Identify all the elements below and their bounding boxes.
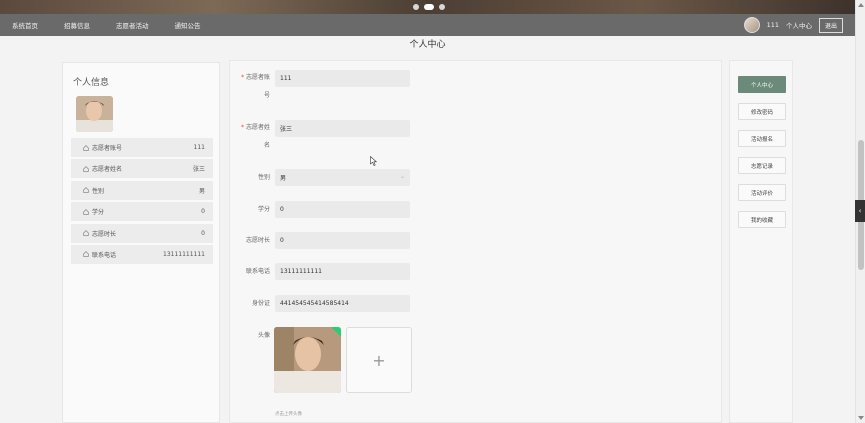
name-label: * 志愿者姓	[241, 124, 270, 131]
account-input[interactable]: 111	[275, 70, 410, 87]
profile-title: 个人信息	[73, 78, 110, 88]
profile-row-value: 111	[193, 144, 205, 151]
credit-input[interactable]: 0	[275, 201, 410, 218]
menu-change-password[interactable]: 修改密码	[738, 103, 786, 120]
menu-volunteer-records[interactable]: 志愿记录	[738, 157, 786, 174]
plus-icon: +	[372, 350, 386, 370]
nav-item-home[interactable]: 系统首页	[12, 20, 38, 30]
account-label-cont: 号	[263, 92, 270, 99]
home-icon	[83, 230, 89, 236]
nav-username: 111	[766, 21, 779, 29]
menu-personal-center[interactable]: 个人中心	[738, 76, 786, 93]
name-label-cont: 名	[263, 142, 270, 149]
upload-hint: 点击上传头像	[275, 412, 302, 417]
profile-row-value: 0	[201, 208, 205, 216]
nav-item-activities[interactable]: 志愿者活动	[116, 20, 149, 30]
profile-info-list: 志愿者账号 111 志愿者姓名 张三 性别 男 学分 0 志愿时长 0 联系电话…	[71, 138, 213, 266]
carousel-dots	[413, 4, 445, 10]
profile-row-label: 学分	[92, 209, 105, 217]
credit-label: 学分	[257, 206, 270, 213]
profile-row-value: 0	[201, 229, 205, 237]
profile-row-hours: 志愿时长 0	[71, 223, 213, 243]
profile-row-label: 性别	[92, 187, 105, 195]
phone-label: 联系电话	[245, 268, 270, 275]
home-icon	[83, 144, 89, 151]
page-title: 个人中心	[409, 40, 446, 50]
carousel-dot[interactable]	[413, 4, 419, 10]
profile-row-label: 志愿者姓名	[92, 166, 123, 174]
hours-label: 志愿时长	[245, 237, 270, 244]
chevron-down-icon	[400, 176, 405, 179]
top-banner	[0, 0, 855, 14]
profile-row-phone: 联系电话 13111111111	[71, 244, 213, 264]
profile-row-label: 志愿者账号	[92, 145, 123, 152]
account-label: * 志愿者账	[241, 74, 270, 81]
hours-input[interactable]: 0	[275, 232, 410, 249]
scroll-down-arrow-icon[interactable]	[858, 416, 864, 420]
side-menu: 个人中心 修改密码 活动报名 志愿记录 活动评价 我的收藏	[729, 60, 793, 423]
gender-select[interactable]: 男	[275, 169, 410, 186]
phone-input[interactable]: 13111111111	[275, 263, 410, 280]
home-icon	[83, 187, 89, 193]
profile-row-credit: 学分 0	[71, 202, 213, 222]
profile-row-gender: 性别 男	[71, 180, 213, 200]
menu-activity-signup[interactable]: 活动报名	[738, 130, 786, 147]
idcard-label: 身份证	[251, 300, 270, 307]
home-icon	[83, 208, 89, 215]
logout-button[interactable]: 退出	[818, 17, 843, 33]
profile-row-value: 13111111111	[163, 250, 205, 258]
nav-menu: 系统首页 招募信息 志愿者活动 通知公告	[12, 14, 201, 36]
nav-avatar[interactable]	[743, 17, 760, 33]
upload-button[interactable]: +	[346, 327, 412, 393]
navbar: 系统首页 招募信息 志愿者活动 通知公告 111 个人中心 退出	[0, 14, 855, 36]
avatar-label: 头像	[257, 332, 270, 339]
mouse-cursor-icon	[370, 156, 377, 166]
nav-item-notices[interactable]: 通知公告	[175, 20, 201, 30]
profile-form: * 志愿者账 号 111 * 志愿者姓 名 张三 性别 男 学分 0 志愿时长 …	[229, 60, 722, 423]
home-icon	[83, 166, 89, 172]
name-input[interactable]: 张三	[275, 120, 410, 137]
profile-row-value: 男	[198, 187, 205, 195]
carousel-dot-active[interactable]	[424, 4, 434, 10]
uploaded-avatar[interactable]	[274, 327, 341, 393]
page: 系统首页 招募信息 志愿者活动 通知公告 111 个人中心 退出 个人中心 个人…	[0, 0, 865, 423]
carousel-dot[interactable]	[439, 4, 445, 10]
nav-personal-center[interactable]: 个人中心	[786, 20, 812, 30]
profile-row-value: 张三	[192, 166, 205, 174]
idcard-input[interactable]: 441454545414585414	[275, 295, 410, 312]
menu-activity-review[interactable]: 活动评价	[738, 184, 786, 201]
nav-item-recruit[interactable]: 招募信息	[64, 20, 90, 30]
profile-card: 个人信息 志愿者账号 111 志愿者姓名 张三 性别 男 学分 0 志愿时长 0…	[62, 62, 220, 423]
profile-row-account: 志愿者账号 111	[71, 138, 213, 157]
profile-row-name: 志愿者姓名 张三	[71, 159, 213, 179]
profile-row-label: 联系电话	[92, 251, 117, 259]
side-collapse-tab[interactable]: ‹	[855, 200, 865, 222]
home-icon	[83, 251, 89, 258]
profile-avatar	[76, 96, 113, 132]
menu-favorites[interactable]: 我的收藏	[738, 211, 786, 228]
gender-label: 性别	[257, 174, 270, 181]
scroll-up-arrow-icon[interactable]	[858, 3, 864, 7]
profile-row-label: 志愿时长	[92, 230, 117, 238]
nav-user-area: 111 个人中心 退出	[743, 14, 843, 36]
